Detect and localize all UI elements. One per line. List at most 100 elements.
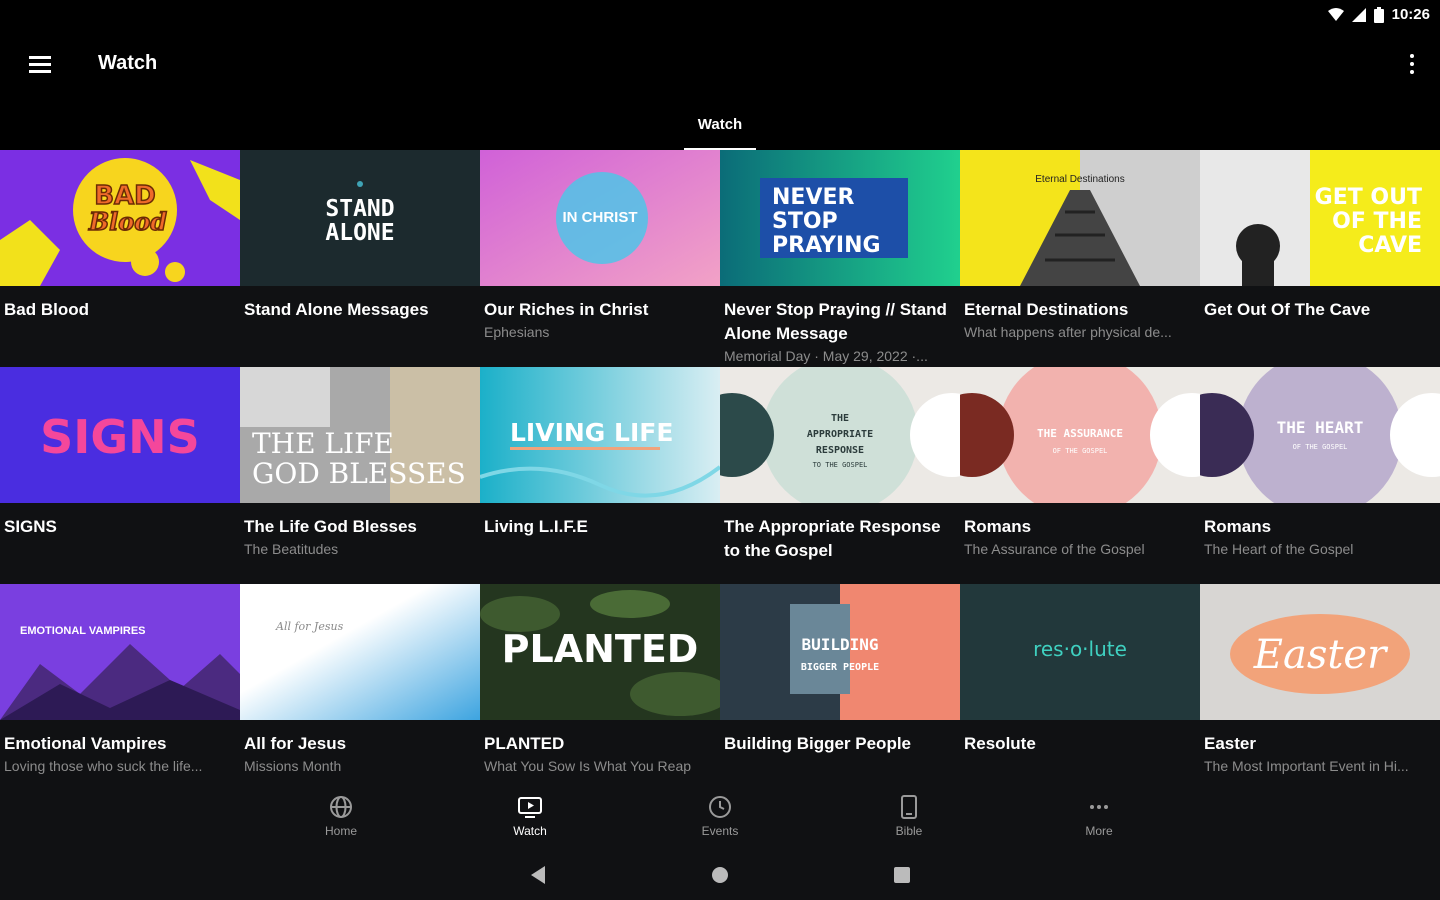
series-thumbnail: EMOTIONAL VAMPIRES bbox=[0, 584, 240, 720]
series-thumbnail: IN CHRIST bbox=[480, 150, 720, 286]
overflow-dot bbox=[1410, 54, 1414, 58]
signal-icon bbox=[1351, 7, 1366, 22]
series-card-get-out-of-cave[interactable]: GET OUT OF THE CAVE Get Out Of The Cave bbox=[1200, 150, 1440, 367]
nav-home[interactable]: Home bbox=[281, 790, 401, 850]
thumb-text: ALONE bbox=[325, 220, 394, 246]
series-card-all-for-jesus[interactable]: All for Jesus All for Jesus Missions Mon… bbox=[240, 584, 480, 801]
series-grid: BAD Blood Bad Blood STAND ALONE Stand Al… bbox=[0, 150, 1440, 790]
back-icon[interactable] bbox=[527, 864, 549, 886]
series-title: Building Bigger People bbox=[724, 734, 912, 753]
series-title: Eternal Destinations bbox=[964, 300, 1129, 319]
series-subtitle: Ephesians bbox=[484, 324, 550, 340]
series-title: PLANTED bbox=[484, 734, 565, 753]
series-thumbnail: Easter bbox=[1200, 584, 1440, 720]
series-card-planted[interactable]: PLANTED PLANTED What You Sow Is What You… bbox=[480, 584, 720, 801]
thumb-text: All for Jesus bbox=[275, 620, 344, 633]
thumb-text: BUILDING bbox=[801, 635, 878, 654]
thumb-text: Easter bbox=[1253, 632, 1389, 678]
series-card-appropriate-response[interactable]: THE APPROPRIATE RESPONSE TO THE GOSPEL T… bbox=[720, 367, 960, 584]
thumb-text: BIGGER PEOPLE bbox=[801, 662, 879, 673]
thumb-text: EMOTIONAL VAMPIRES bbox=[20, 625, 146, 637]
overflow-menu-button[interactable] bbox=[1404, 48, 1420, 80]
thumb-text: STAND bbox=[325, 196, 394, 222]
tab-watch[interactable]: Watch bbox=[684, 116, 756, 133]
thumb-text: THE ASSURANCE bbox=[1037, 427, 1123, 440]
wifi-icon bbox=[1327, 7, 1344, 21]
recents-square-icon[interactable] bbox=[891, 864, 913, 886]
more-dots-icon bbox=[1090, 805, 1108, 809]
series-card-living-life[interactable]: LIVING LIFE Living L.I.F.E bbox=[480, 367, 720, 584]
series-card-romans-assurance[interactable]: THE ASSURANCE OF THE GOSPEL Romans The A… bbox=[960, 367, 1200, 584]
thumb-text: OF THE GOSPEL bbox=[1293, 443, 1348, 451]
series-thumbnail: THE ASSURANCE OF THE GOSPEL bbox=[960, 367, 1200, 503]
series-title: SIGNS bbox=[4, 517, 57, 536]
series-thumbnail: GET OUT OF THE CAVE bbox=[1200, 150, 1440, 286]
globe-icon bbox=[330, 796, 352, 818]
series-subtitle: The Heart of the Gospel bbox=[1204, 541, 1354, 557]
thumb-text: SIGNS bbox=[40, 410, 200, 464]
series-card-stand-alone[interactable]: STAND ALONE Stand Alone Messages bbox=[240, 150, 480, 367]
thumb-text: Eternal Destinations bbox=[1035, 174, 1125, 185]
nav-bible[interactable]: Bible bbox=[849, 790, 969, 850]
menu-button[interactable] bbox=[22, 48, 58, 80]
series-subtitle: What happens after physical de... bbox=[964, 324, 1172, 340]
series-thumbnail: BAD Blood bbox=[0, 150, 240, 286]
overflow-dot bbox=[1410, 70, 1414, 74]
thumb-text: PRAYING bbox=[772, 233, 881, 258]
series-subtitle: What You Sow Is What You Reap bbox=[484, 758, 692, 774]
thumb-text: NEVER bbox=[772, 185, 854, 210]
thumb-text: res·o·lute bbox=[1033, 637, 1127, 661]
nav-more[interactable]: More bbox=[1039, 790, 1159, 850]
series-card-building-bigger-people[interactable]: BUILDING BIGGER PEOPLE Building Bigger P… bbox=[720, 584, 960, 801]
series-card-romans-heart[interactable]: THE HEART OF THE GOSPEL Romans The Heart… bbox=[1200, 367, 1440, 584]
series-thumbnail: Eternal Destinations bbox=[960, 150, 1200, 286]
thumb-text: TO THE GOSPEL bbox=[813, 461, 868, 469]
series-card-easter[interactable]: Easter Easter The Most Important Event i… bbox=[1200, 584, 1440, 801]
series-thumbnail: THE LIFE GOD BLESSES bbox=[240, 367, 480, 503]
page-title: Watch bbox=[98, 52, 158, 74]
series-title: The Life God Blesses bbox=[244, 517, 417, 536]
series-card-signs[interactable]: SIGNS SIGNS bbox=[0, 367, 240, 584]
series-card-life-god-blesses[interactable]: THE LIFE GOD BLESSES The Life God Blesse… bbox=[240, 367, 480, 584]
home-circle-icon[interactable] bbox=[709, 864, 731, 886]
nav-label: Home bbox=[324, 824, 357, 838]
series-subtitle: The Most Important Event in Hi... bbox=[1204, 758, 1409, 774]
thumb-text: THE LIFE bbox=[252, 427, 394, 460]
nav-events[interactable]: Events bbox=[660, 790, 780, 850]
thumb-text: PLANTED bbox=[502, 627, 699, 671]
status-time: 10:26 bbox=[1391, 6, 1430, 23]
nav-watch[interactable]: Watch bbox=[470, 790, 590, 850]
thumb-text: OF THE bbox=[1332, 209, 1422, 234]
nav-label: More bbox=[1085, 824, 1113, 838]
series-title: Resolute bbox=[964, 734, 1036, 753]
series-thumbnail: res·o·lute bbox=[960, 584, 1200, 720]
series-thumbnail: LIVING LIFE bbox=[480, 367, 720, 503]
menu-icon-bar bbox=[29, 69, 51, 73]
clock-icon bbox=[709, 796, 731, 818]
system-navigation-bar bbox=[0, 850, 1440, 900]
series-card-our-riches[interactable]: IN CHRIST Our Riches in Christ Ephesians bbox=[480, 150, 720, 367]
series-title: All for Jesus bbox=[244, 734, 347, 753]
thumb-text: LIVING LIFE bbox=[510, 418, 673, 447]
thumb-text: Blood bbox=[88, 207, 167, 236]
series-card-bad-blood[interactable]: BAD Blood Bad Blood bbox=[0, 150, 240, 367]
series-card-resolute[interactable]: res·o·lute Resolute bbox=[960, 584, 1200, 801]
series-title: Get Out Of The Cave bbox=[1204, 300, 1371, 319]
series-title: Stand Alone Messages bbox=[244, 300, 429, 319]
series-title: Never Stop Praying // Stand Alone Messag… bbox=[724, 300, 947, 343]
series-card-emotional-vampires[interactable]: EMOTIONAL VAMPIRES Emotional Vampires Lo… bbox=[0, 584, 240, 801]
series-thumbnail: THE HEART OF THE GOSPEL bbox=[1200, 367, 1440, 503]
series-subtitle: The Beatitudes bbox=[244, 541, 339, 557]
tablet-icon bbox=[901, 795, 917, 819]
thumb-text: THE bbox=[831, 413, 849, 424]
series-title: Living L.I.F.E bbox=[484, 517, 588, 536]
series-subtitle: The Assurance of the Gospel bbox=[964, 541, 1145, 557]
series-title: Emotional Vampires bbox=[4, 734, 167, 753]
tab-bar: Watch bbox=[0, 96, 1440, 150]
series-card-eternal-destinations[interactable]: Eternal Destinations Eternal Destination… bbox=[960, 150, 1200, 367]
thumb-text: RESPONSE bbox=[816, 445, 864, 456]
series-card-never-stop-praying[interactable]: NEVER STOP PRAYING Never Stop Praying //… bbox=[720, 150, 960, 367]
thumb-text: GET OUT bbox=[1315, 185, 1422, 210]
menu-icon-bar bbox=[29, 55, 51, 59]
thumb-text: STOP bbox=[772, 209, 838, 234]
